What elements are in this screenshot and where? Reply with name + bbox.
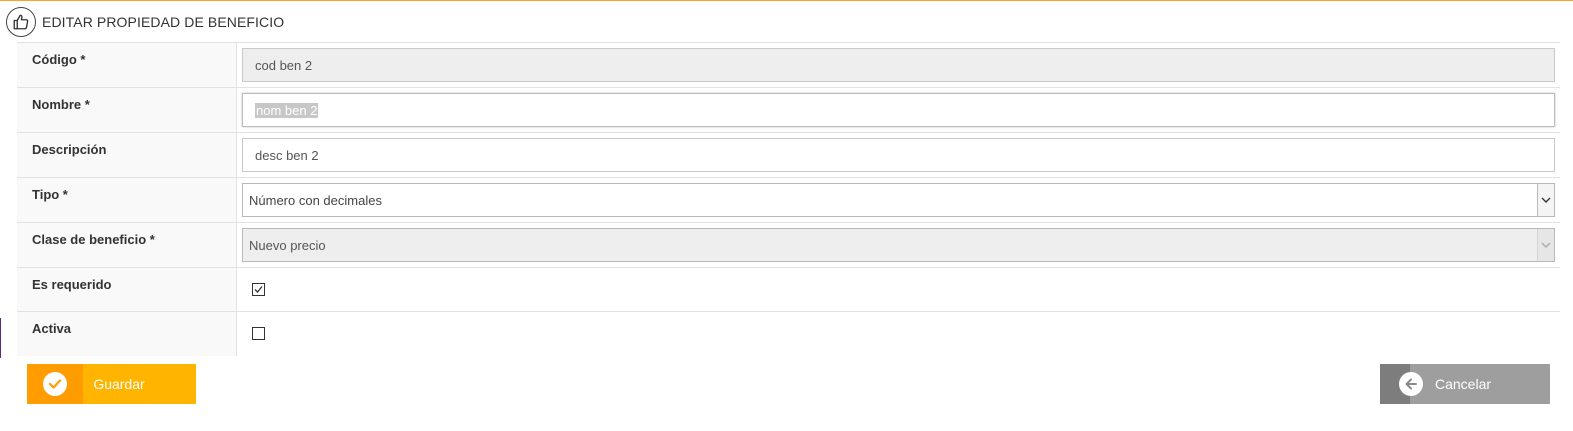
form-row-codigo: Código * cod ben 2 xyxy=(17,43,1560,88)
form-row-nombre: Nombre * nom ben 2 xyxy=(17,88,1560,133)
save-button-label: Guardar xyxy=(93,376,145,392)
tipo-label: Tipo * xyxy=(17,178,237,222)
tipo-select[interactable]: Número con decimales xyxy=(242,183,1555,217)
form-row-tipo: Tipo * Número con decimales xyxy=(17,178,1560,223)
form-row-clase: Clase de beneficio * Nuevo precio xyxy=(17,223,1560,268)
activa-label: Activa xyxy=(17,312,237,356)
thumbs-up-icon xyxy=(6,7,36,37)
cancel-button[interactable]: Cancelar xyxy=(1380,364,1550,404)
form-row-descripcion: Descripción desc ben 2 xyxy=(17,133,1560,178)
requerido-label: Es requerido xyxy=(17,268,237,311)
descripcion-label: Descripción xyxy=(17,133,237,177)
cancel-button-label: Cancelar xyxy=(1435,376,1492,392)
requerido-checkbox[interactable] xyxy=(252,283,265,296)
codigo-value: cod ben 2 xyxy=(255,57,313,73)
chevron-down-icon[interactable] xyxy=(1537,184,1554,216)
nombre-field[interactable]: nom ben 2 xyxy=(242,93,1555,127)
checkmark-icon xyxy=(254,286,263,293)
arrow-left-circle-icon xyxy=(1399,372,1423,396)
clase-select[interactable]: Nuevo precio xyxy=(242,228,1555,262)
page-header: EDITAR PROPIEDAD DE BENEFICIO xyxy=(6,7,284,37)
activa-checkbox[interactable] xyxy=(252,327,265,340)
codigo-label: Código * xyxy=(17,43,237,87)
check-circle-icon xyxy=(43,372,67,396)
clase-selected-value: Nuevo precio xyxy=(249,237,326,253)
codigo-field[interactable]: cod ben 2 xyxy=(242,48,1555,82)
tipo-selected-value: Número con decimales xyxy=(249,192,382,208)
descripcion-value: desc ben 2 xyxy=(255,147,319,163)
top-accent-line xyxy=(0,0,1573,1)
clase-label: Clase de beneficio * xyxy=(17,223,237,267)
nombre-label: Nombre * xyxy=(17,88,237,132)
nombre-value: nom ben 2 xyxy=(255,102,319,118)
left-edge-marker xyxy=(0,318,1,358)
chevron-down-icon[interactable] xyxy=(1537,229,1554,261)
form-row-activa: Activa xyxy=(17,312,1560,356)
page-title: EDITAR PROPIEDAD DE BENEFICIO xyxy=(42,14,285,30)
descripcion-field[interactable]: desc ben 2 xyxy=(242,138,1555,172)
benefit-property-form: Código * cod ben 2 Nombre * nom ben 2 De… xyxy=(17,42,1560,356)
form-row-requerido: Es requerido xyxy=(17,268,1560,312)
save-button[interactable]: Guardar xyxy=(27,364,196,404)
